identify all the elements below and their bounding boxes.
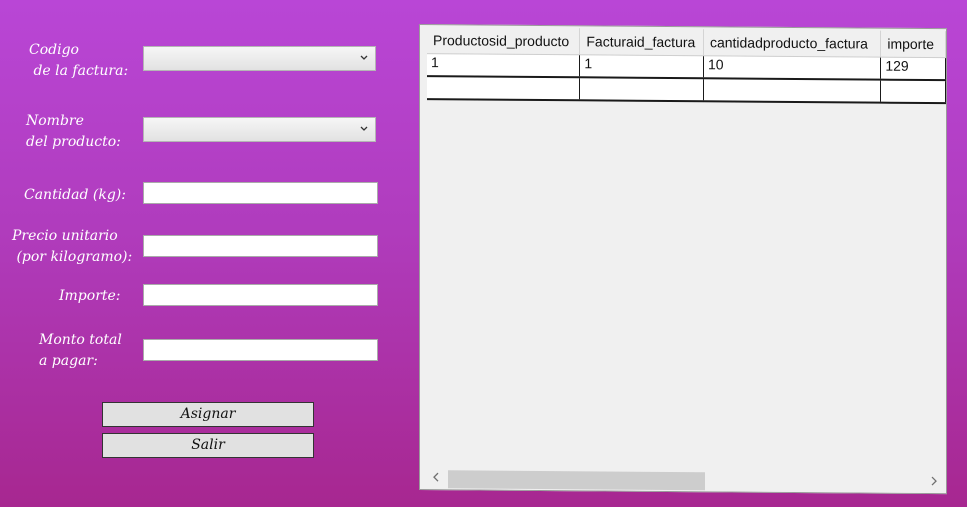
total-input[interactable]: [143, 339, 378, 361]
grid-table: Productosid_producto Facturaid_factura c…: [427, 27, 946, 104]
scrollbar-thumb[interactable]: [448, 470, 705, 491]
table-cell[interactable]: [579, 77, 704, 102]
horizontal-scrollbar[interactable]: [420, 467, 946, 494]
table-row[interactable]: [427, 76, 946, 104]
invoice-products-grid[interactable]: Productosid_producto Facturaid_factura c…: [419, 24, 947, 495]
unit-price-input[interactable]: [143, 235, 378, 257]
product-name-label: Nombre del producto:: [26, 113, 121, 150]
chevron-down-icon[interactable]: [359, 122, 369, 136]
column-header-invoice-id[interactable]: Facturaid_factura: [579, 28, 704, 56]
grid-header-row: Productosid_producto Facturaid_factura c…: [427, 27, 946, 58]
chevron-down-icon[interactable]: [359, 51, 369, 65]
quantity-input[interactable]: [143, 182, 378, 204]
table-cell[interactable]: 10: [703, 55, 881, 80]
column-header-quantity[interactable]: cantidadproducto_factura: [703, 29, 881, 58]
exit-button[interactable]: Salir: [102, 433, 314, 458]
invoice-code-select[interactable]: [143, 46, 376, 71]
column-header-amount[interactable]: importe: [880, 30, 946, 58]
table-cell[interactable]: 1: [427, 53, 580, 78]
amount-input[interactable]: [143, 284, 378, 306]
total-label: Monto total a pagar:: [39, 332, 122, 369]
assign-button[interactable]: Asignar: [102, 402, 314, 427]
column-header-product-id[interactable]: Productosid_producto: [427, 27, 580, 55]
invoice-code-label: Codigo de la factura:: [29, 42, 129, 79]
unit-price-label: Precio unitario (por kilogramo):: [12, 228, 133, 265]
chevron-right-icon[interactable]: [928, 474, 940, 488]
amount-label: Importe:: [59, 288, 121, 304]
table-cell[interactable]: [427, 76, 580, 101]
quantity-label: Cantidad (kg):: [24, 187, 126, 203]
table-cell[interactable]: [703, 78, 881, 103]
product-name-select[interactable]: [143, 117, 376, 142]
chevron-left-icon[interactable]: [430, 470, 442, 484]
table-cell[interactable]: 129: [880, 57, 946, 81]
table-cell[interactable]: 1: [579, 54, 704, 79]
table-cell[interactable]: [880, 79, 946, 104]
